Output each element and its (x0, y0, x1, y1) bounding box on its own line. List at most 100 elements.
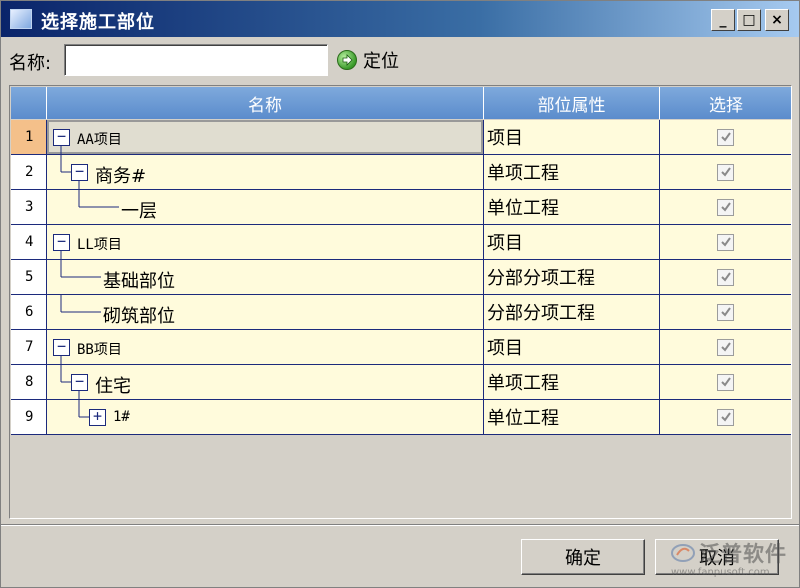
name-cell[interactable]: 基础部位 (47, 260, 484, 295)
select-checkbox[interactable] (717, 408, 734, 426)
header-attribute[interactable]: 部位属性 (484, 87, 660, 119)
check-icon (720, 237, 731, 247)
select-checkbox[interactable] (717, 128, 734, 146)
collapse-icon[interactable]: − (53, 234, 70, 251)
watermark-text: 泛普软件 (699, 542, 787, 566)
title-bar[interactable]: 选择施工部位 _ □ × (1, 1, 799, 37)
attribute-cell[interactable]: 单项工程 (484, 365, 660, 400)
dialog-window: 选择施工部位 _ □ × 名称: 定位 名称 部位属性 选择 1− AA项目 项目 2… (0, 0, 800, 588)
attribute-cell[interactable]: 单位工程 (484, 400, 660, 435)
table-row[interactable]: 8− 住宅 单项工程 (11, 365, 791, 400)
select-checkbox[interactable] (717, 163, 734, 181)
attribute-cell[interactable]: 项目 (484, 330, 660, 365)
select-checkbox[interactable] (717, 373, 734, 391)
watermark-url: www.fanpusoft.com (671, 567, 770, 578)
name-cell[interactable]: 一层 (47, 190, 484, 225)
collapse-icon[interactable]: − (71, 374, 88, 391)
header-corner (11, 87, 47, 119)
check-icon (720, 377, 731, 387)
check-icon (720, 342, 731, 352)
node-label: 1# (113, 409, 130, 425)
attribute-cell[interactable]: 分部分项工程 (484, 295, 660, 330)
check-icon (720, 167, 731, 177)
close-icon: × (771, 12, 783, 28)
attribute-cell[interactable]: 项目 (484, 225, 660, 260)
name-cell[interactable]: 砌筑部位 (47, 295, 484, 330)
row-number[interactable]: 7 (11, 330, 47, 365)
node-label: 商务# (95, 166, 147, 187)
expand-icon[interactable]: + (89, 409, 106, 426)
table-row[interactable]: 3 一层 单位工程 (11, 190, 791, 225)
tree-connector (78, 190, 119, 208)
node-label: 砌筑部位 (103, 306, 175, 327)
row-number[interactable]: 4 (11, 225, 47, 260)
check-icon (720, 272, 731, 282)
table-row[interactable]: 6 砌筑部位 分部分项工程 (11, 295, 791, 330)
arrow-right-icon (337, 50, 357, 70)
maximize-icon: □ (742, 12, 756, 28)
select-checkbox[interactable] (717, 303, 734, 321)
window-controls: _ □ × (711, 9, 789, 31)
table-row[interactable]: 5 基础部位 分部分项工程 (11, 260, 791, 295)
attribute-cell[interactable]: 单位工程 (484, 190, 660, 225)
minimize-icon: _ (719, 12, 727, 28)
row-number[interactable]: 1 (11, 120, 47, 155)
select-cell (660, 400, 791, 435)
header-select[interactable]: 选择 (660, 87, 791, 119)
search-label: 名称: (9, 53, 52, 74)
collapse-icon[interactable]: − (71, 164, 88, 181)
check-icon (720, 307, 731, 317)
separator (1, 524, 799, 526)
window-title: 选择施工部位 (41, 12, 155, 33)
name-cell[interactable]: − 商务# (47, 155, 484, 190)
app-icon (10, 9, 32, 29)
row-number[interactable]: 6 (11, 295, 47, 330)
row-number[interactable]: 9 (11, 400, 47, 435)
select-checkbox[interactable] (717, 268, 734, 286)
row-number[interactable]: 5 (11, 260, 47, 295)
minimize-button[interactable]: _ (711, 9, 735, 31)
select-cell (660, 120, 791, 155)
attribute-cell[interactable]: 项目 (484, 120, 660, 155)
select-cell (660, 260, 791, 295)
select-cell (660, 365, 791, 400)
select-checkbox[interactable] (717, 233, 734, 251)
select-cell (660, 155, 791, 190)
node-label: LL项目 (77, 237, 122, 253)
collapse-icon[interactable]: − (53, 129, 70, 146)
name-cell[interactable]: − BB项目 (47, 330, 484, 365)
row-number[interactable]: 8 (11, 365, 47, 400)
collapse-icon[interactable]: − (53, 339, 70, 356)
table-row[interactable]: 7− BB项目 项目 (11, 330, 791, 365)
select-checkbox[interactable] (717, 198, 734, 216)
header-name[interactable]: 名称 (47, 87, 484, 119)
search-row: 名称: 定位 (1, 43, 799, 77)
name-cell[interactable]: − LL项目 (47, 225, 484, 260)
attribute-cell[interactable]: 单项工程 (484, 155, 660, 190)
maximize-button[interactable]: □ (737, 9, 761, 31)
name-cell[interactable]: − AA项目 (47, 120, 484, 155)
name-cell[interactable]: − 住宅 (47, 365, 484, 400)
row-number[interactable]: 2 (11, 155, 47, 190)
close-button[interactable]: × (765, 9, 789, 31)
node-label: BB项目 (77, 342, 122, 358)
select-cell (660, 225, 791, 260)
node-label: AA项目 (77, 132, 122, 148)
attribute-cell[interactable]: 分部分项工程 (484, 260, 660, 295)
table-row[interactable]: 4− LL项目 项目 (11, 225, 791, 260)
table-row[interactable]: 1− AA项目 项目 (11, 120, 791, 155)
locate-button[interactable]: 定位 (337, 46, 399, 74)
ok-button[interactable]: 确定 (521, 539, 645, 575)
table-row[interactable]: 9 +1# 单位工程 (11, 400, 791, 435)
table-row[interactable]: 2− 商务# 单项工程 (11, 155, 791, 190)
row-number[interactable]: 3 (11, 190, 47, 225)
check-icon (720, 132, 731, 142)
check-icon (720, 412, 731, 422)
name-cell[interactable]: +1# (47, 400, 484, 435)
select-checkbox[interactable] (717, 338, 734, 356)
watermark-logo-icon (671, 544, 695, 562)
search-input[interactable] (64, 44, 328, 76)
select-cell (660, 330, 791, 365)
location-grid: 名称 部位属性 选择 1− AA项目 项目 2− 商务# 单项工程 3 一层 单位工程 4− LL项… (9, 85, 792, 519)
node-label: 基础部位 (103, 271, 175, 292)
